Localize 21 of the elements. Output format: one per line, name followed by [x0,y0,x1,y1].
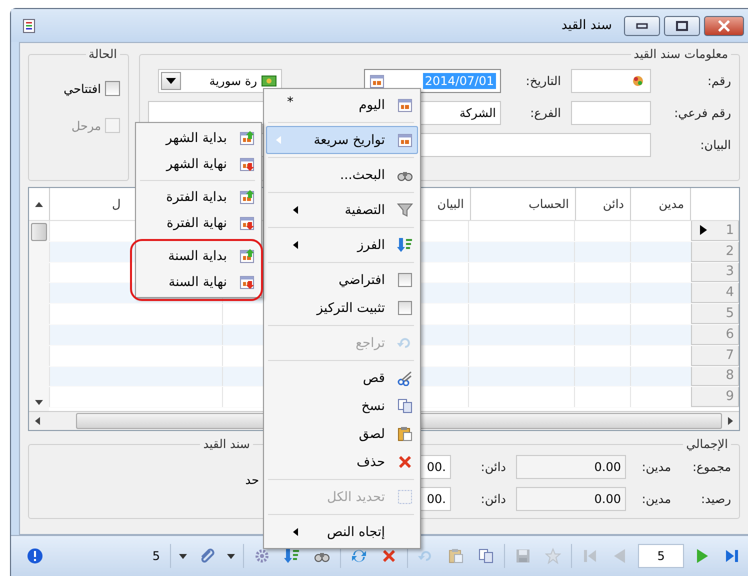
field-label: رصيد: [700,492,731,506]
field-label: مجموع: [691,460,731,474]
date-value: 2014/07/01 [422,73,496,89]
group-title: الإجمالي [685,437,729,451]
group-title: الحالة [88,47,118,61]
field-label: رقم: [706,74,731,88]
record-count: 5 [151,549,161,563]
field-label: التاريخ: [524,74,561,88]
field-label: دائن: [480,460,506,474]
field-label: مدين: [640,492,671,506]
currency-value: رة سورية [209,74,257,88]
group-title: سند القيد [202,437,251,451]
field-label: الفرع: [529,106,561,120]
field-label: البيان: [699,138,731,152]
group-title: معلومات سند القيد [632,47,729,61]
field-label: مدين: [640,460,671,474]
field-label: دائن: [480,492,506,506]
window-title: سند القيد [561,18,612,33]
shortcut-text: * [287,95,294,110]
field-label: رقم فرعي: [673,106,731,120]
notes-text: حد [245,473,259,487]
